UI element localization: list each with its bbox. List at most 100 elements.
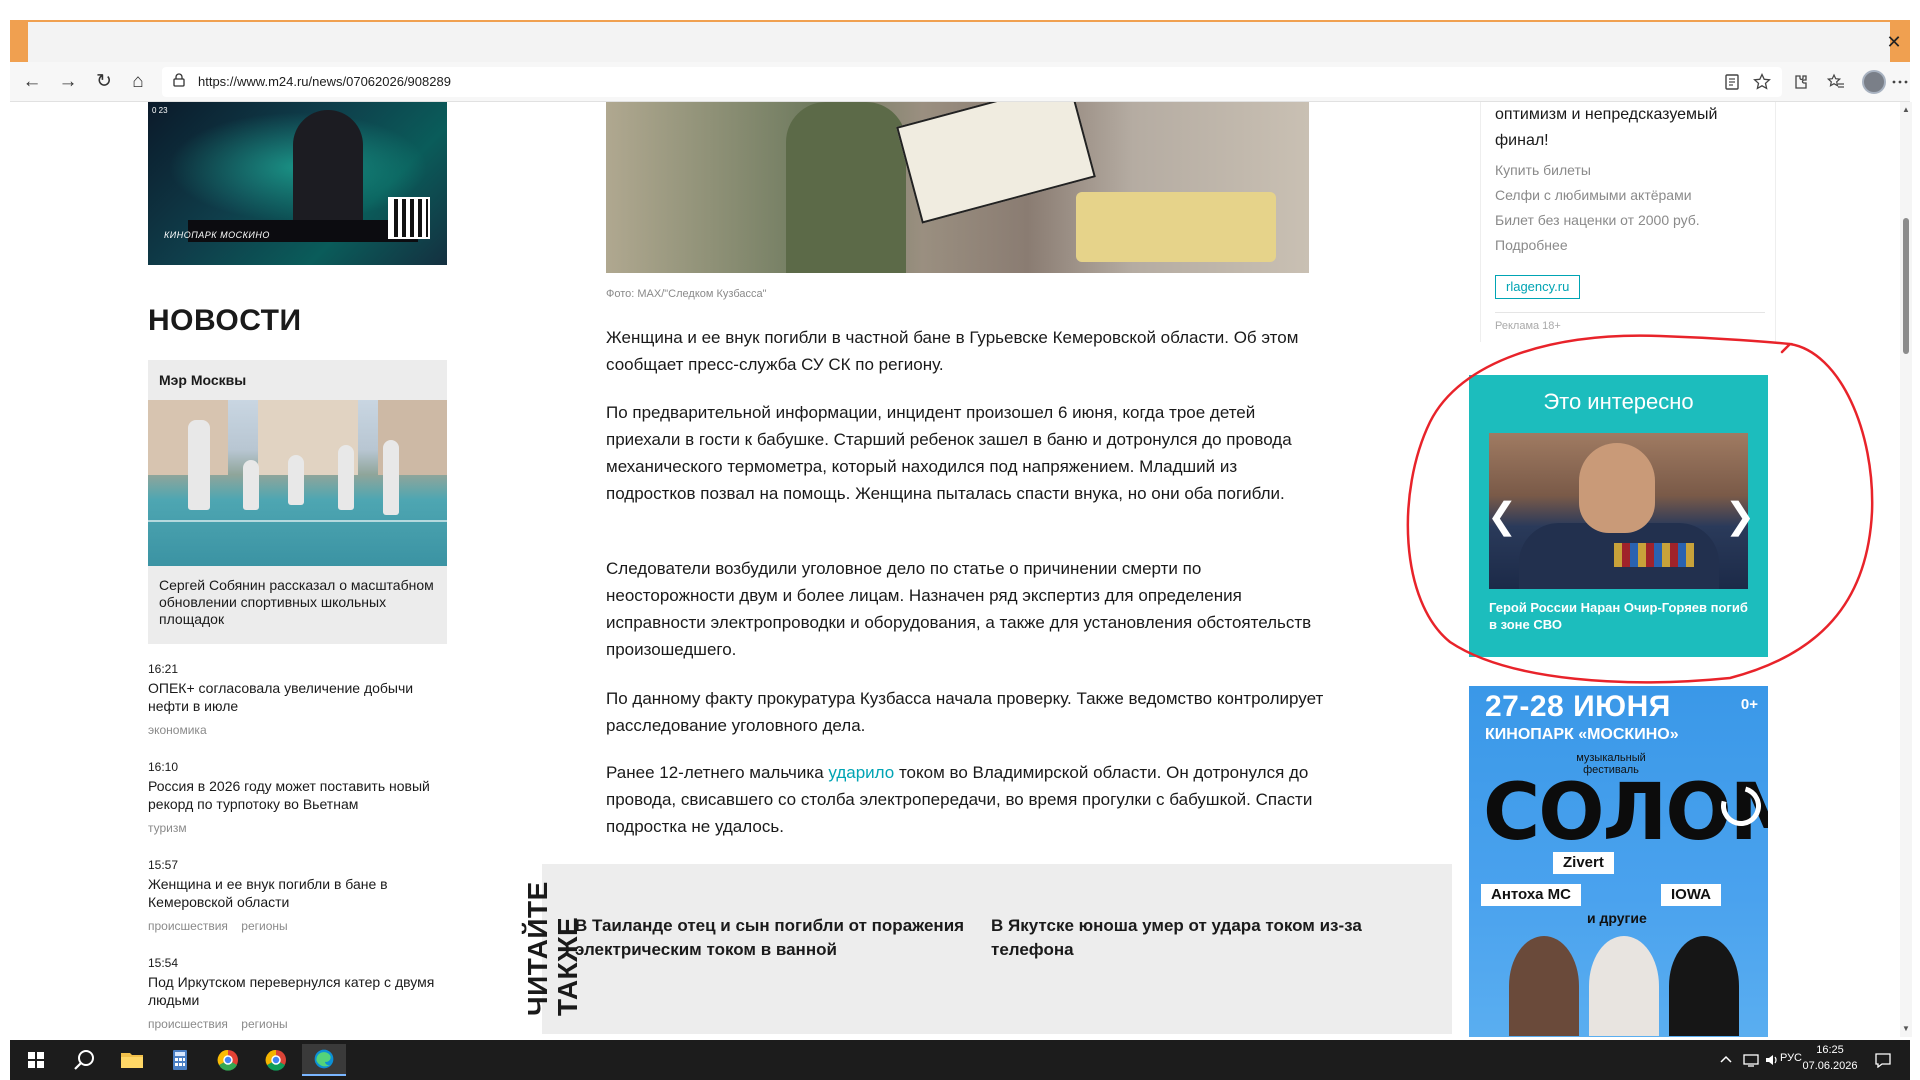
read-also-box: В Таиланде отец и сын погибли от поражен… — [542, 864, 1452, 1034]
volume-icon[interactable] — [1764, 1052, 1780, 1068]
forward-icon[interactable]: → — [54, 68, 82, 96]
article-inline-link[interactable]: ударило — [828, 763, 894, 782]
news-tag[interactable]: происшествия — [148, 1017, 228, 1031]
taskbar: РУС 16:25 07.06.2026 — [10, 1040, 1910, 1080]
runner — [338, 445, 354, 510]
news-list-item[interactable]: 16:10 Россия в 2026 году может поставить… — [148, 760, 448, 835]
festival-date: 27-28 ИЮНЯ — [1485, 690, 1671, 723]
news-title[interactable]: ОПЕК+ согласовала увеличение добычи нефт… — [148, 679, 448, 715]
promo-video-thumbnail[interactable]: 0 23 КИНОПАРК МОСКИНО — [148, 102, 447, 265]
ad-title[interactable]: оптимизм и непредсказуемый финал! — [1495, 102, 1765, 154]
clock-time[interactable]: 16:25 — [1800, 1044, 1860, 1056]
window-close-button[interactable]: ✕ — [1884, 32, 1904, 52]
news-tag[interactable]: регионы — [241, 1017, 287, 1031]
news-time: 16:21 — [148, 662, 179, 676]
more-menu-icon[interactable] — [1890, 72, 1910, 92]
ad-link[interactable]: Билет без наценки от 2000 руб. — [1495, 212, 1700, 228]
festival-venue: КИНОПАРК «МОСКИНО» — [1485, 726, 1679, 743]
runner — [383, 440, 399, 515]
read-also-label: ЧИТАЙТЕ ТАКЖЕ — [522, 876, 592, 1016]
news-list-item[interactable]: 15:57 Женщина и ее внук погибли в бане в… — [148, 858, 448, 933]
festival-headliner: Zivert — [1553, 852, 1614, 874]
news-tag[interactable]: экономика — [148, 723, 207, 737]
news-time: 15:57 — [148, 858, 179, 872]
runner — [188, 420, 210, 510]
search-icon[interactable] — [62, 1044, 106, 1076]
scroll-down-icon[interactable]: ▼ — [1900, 1023, 1912, 1035]
file-explorer-icon[interactable] — [110, 1044, 154, 1076]
network-icon[interactable] — [1742, 1052, 1760, 1068]
read-also-block: В Таиланде отец и сын погибли от поражен… — [522, 864, 1452, 1034]
scroll-up-icon[interactable]: ▲ — [1900, 104, 1912, 116]
mayor-card-label[interactable]: Мэр Москвы — [159, 372, 246, 388]
ad-agency-button[interactable]: rlagency.ru — [1495, 275, 1581, 299]
ad-text-card[interactable]: оптимизм и непредсказуемый финал! Купить… — [1480, 102, 1776, 342]
photo-notebook — [896, 102, 1096, 224]
start-icon[interactable] — [14, 1044, 58, 1076]
read-also-label-line: ЧИТАЙТЕ — [522, 881, 553, 1016]
url-text[interactable]: https://www.m24.ru/news/07062026/908289 — [198, 74, 451, 89]
artist-photo — [1669, 936, 1739, 1036]
ad-divider — [1495, 312, 1765, 313]
article-photo[interactable] — [606, 102, 1309, 273]
edge-icon[interactable] — [302, 1044, 346, 1076]
ad-link[interactable]: Купить билеты — [1495, 162, 1591, 178]
favorites-icon[interactable] — [1826, 72, 1846, 92]
news-title[interactable]: Россия в 2026 году может поставить новый… — [148, 777, 448, 813]
artist-photo — [1509, 936, 1579, 1036]
read-also-link[interactable]: В Таиланде отец и сын погибли от поражен… — [575, 914, 975, 962]
track-lane — [148, 520, 447, 522]
news-list-item[interactable]: 16:21 ОПЕК+ согласовала увеличение добыч… — [148, 662, 448, 737]
scroll-thumb[interactable] — [1903, 218, 1909, 354]
news-title[interactable]: Женщина и ее внук погибли в бане в Кемер… — [148, 875, 448, 911]
titlebar-accent — [10, 20, 1910, 22]
address-bar[interactable]: https://www.m24.ru/news/07062026/908289 — [162, 67, 1782, 97]
news-tag[interactable]: происшествия — [148, 919, 228, 933]
lock-icon[interactable] — [172, 73, 186, 87]
browser-toolbar: ← → ↻ ⌂ https://www.m24.ru/news/07062026… — [10, 62, 1910, 102]
news-tags: экономика — [148, 723, 448, 737]
vertical-scrollbar[interactable]: ▲ ▼ — [1900, 102, 1912, 1037]
news-tags: происшествия регионы — [148, 919, 448, 933]
calculator-icon[interactable] — [158, 1044, 202, 1076]
read-also-label-line: ТАКЖЕ — [552, 916, 583, 1016]
mayor-card-caption[interactable]: Сергей Собянин рассказал о масштабном об… — [159, 577, 439, 628]
reader-view-icon[interactable] — [1722, 72, 1742, 92]
ad-link[interactable]: Селфи с любимыми актёрами — [1495, 187, 1692, 203]
article-text: Ранее 12-летнего мальчика — [606, 763, 829, 782]
tray-chevron-icon[interactable] — [1718, 1052, 1734, 1068]
news-title[interactable]: Под Иркутском перевернулся катер с двумя… — [148, 973, 448, 1009]
read-also-link[interactable]: В Якутске юноша умер от удара током из-з… — [991, 914, 1391, 962]
news-heading[interactable]: НОВОСТИ — [148, 304, 302, 338]
home-icon[interactable]: ⌂ — [124, 68, 152, 96]
promo-badge: 0 23 — [152, 106, 168, 115]
photo-box — [1076, 192, 1276, 262]
festival-ad-banner[interactable]: 27-28 ИЮНЯ 0+ КИНОПАРК «МОСКИНО» музыкал… — [1469, 686, 1768, 1037]
ad-link[interactable]: Подробнее — [1495, 237, 1568, 253]
article-paragraph: Следователи возбудили уголовное дело по … — [606, 559, 1312, 659]
news-tag[interactable]: туризм — [148, 821, 187, 835]
mayor-card-photo[interactable] — [148, 400, 447, 566]
mayor-news-card[interactable]: Мэр Москвы Сергей Собянин рассказал о ма… — [148, 360, 447, 644]
tab-accent — [10, 20, 28, 62]
news-time: 15:54 — [148, 956, 179, 970]
article-paragraph: По предварительной информации, инцидент … — [606, 403, 1292, 503]
keyboard-language[interactable]: РУС — [1780, 1052, 1802, 1064]
news-tag[interactable]: регионы — [241, 919, 287, 933]
photo-figure — [786, 102, 906, 273]
extensions-icon[interactable] — [1790, 72, 1810, 92]
favorite-star-icon[interactable] — [1752, 72, 1772, 92]
annotation-circle — [1406, 334, 1874, 684]
profile-avatar[interactable] — [1862, 70, 1886, 94]
clock-date[interactable]: 07.06.2026 — [1800, 1060, 1860, 1072]
festival-others: и другие — [1587, 910, 1647, 926]
news-list-item[interactable]: 15:54 Под Иркутском перевернулся катер с… — [148, 956, 448, 1031]
chrome-icon[interactable] — [254, 1044, 298, 1076]
news-tags: происшествия регионы — [148, 1017, 448, 1031]
back-icon[interactable]: ← — [18, 68, 46, 96]
runner — [288, 455, 304, 505]
notifications-icon[interactable] — [1874, 1052, 1892, 1068]
reload-icon[interactable]: ↻ — [90, 68, 118, 96]
article-paragraph: Женщина и ее внук погибли в частной бане… — [606, 328, 1299, 374]
chrome-color-icon[interactable] — [206, 1044, 250, 1076]
